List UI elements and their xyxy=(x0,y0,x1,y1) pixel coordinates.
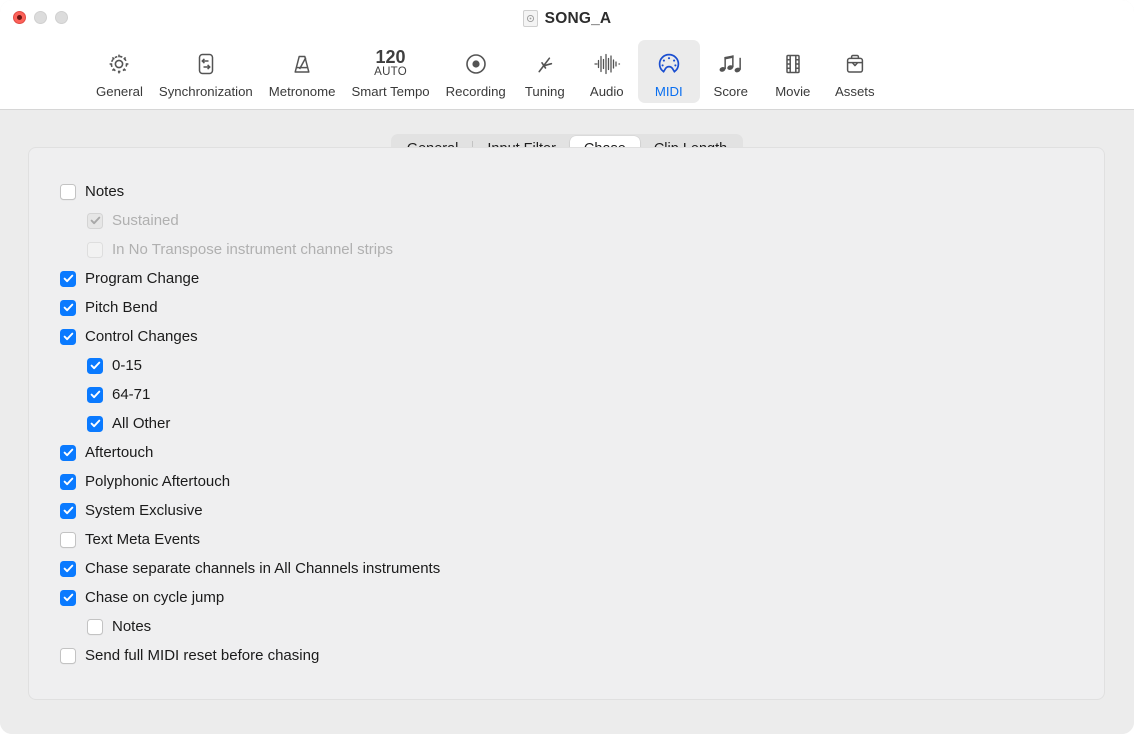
checkbox-on[interactable] xyxy=(87,386,103,403)
chase-option-row[interactable]: Sustained xyxy=(60,206,440,235)
midi-connector-icon xyxy=(655,47,683,81)
chase-option-label: Program Change xyxy=(85,270,200,287)
preferences-body: General Input Filter Chase Clip Length N… xyxy=(0,110,1134,734)
chase-option-label: All Other xyxy=(112,415,171,432)
checkbox-off[interactable] xyxy=(60,531,76,548)
toolbar-item-label: Assets xyxy=(834,84,875,99)
checkbox-off[interactable] xyxy=(87,618,103,635)
checkbox-on[interactable] xyxy=(60,589,76,606)
checkbox-on[interactable] xyxy=(87,415,103,432)
chase-option-row[interactable]: Chase separate channels in All Channels … xyxy=(60,554,440,583)
toolbar-item-score[interactable]: Score xyxy=(700,40,762,103)
tuning-fork-icon xyxy=(531,47,559,81)
toolbar-item-metronome[interactable]: Metronome xyxy=(261,40,344,103)
checkbox-on[interactable] xyxy=(60,502,76,519)
document-icon xyxy=(522,10,538,27)
toolbar-item-list: General Synchronization Metronome 120 AU… xyxy=(88,40,886,103)
title-bar: SONG_A xyxy=(0,0,1134,37)
chase-option-label: Polyphonic Aftertouch xyxy=(85,473,231,490)
chase-option-label: Aftertouch xyxy=(85,444,154,461)
sync-arrows-icon xyxy=(192,47,220,81)
chase-option-label: Chase on cycle jump xyxy=(85,589,225,606)
chase-option-row[interactable]: Polyphonic Aftertouch xyxy=(60,467,440,496)
chase-option-row[interactable]: Program Change xyxy=(60,264,440,293)
chase-option-label: Sustained xyxy=(112,212,179,229)
chase-option-row[interactable]: Aftertouch xyxy=(60,438,440,467)
checkbox-on[interactable] xyxy=(60,444,76,461)
toolbar-item-general[interactable]: General xyxy=(88,40,151,103)
gear-icon xyxy=(105,47,133,81)
chase-option-label: Pitch Bend xyxy=(85,299,158,316)
chase-option-row[interactable]: 0-15 xyxy=(60,351,440,380)
toolbar-item-label: MIDI xyxy=(654,84,683,99)
briefcase-icon xyxy=(841,47,869,81)
chase-option-row[interactable]: Send full MIDI reset before chasing xyxy=(60,641,440,670)
checkbox-on[interactable] xyxy=(60,560,76,577)
toolbar-item-label: Metronome xyxy=(268,84,336,99)
toolbar-item-label: Recording xyxy=(445,84,506,99)
window-title-group: SONG_A xyxy=(0,0,1134,37)
checkbox-on[interactable] xyxy=(87,357,103,374)
chase-option-list: Notes Sustained In No Transpose instrument… xyxy=(60,177,440,670)
chase-option-label: Control Changes xyxy=(85,328,198,345)
chase-option-label: 64-71 xyxy=(112,386,151,403)
checkbox-disabled-on xyxy=(87,212,103,229)
preferences-toolbar: General Synchronization Metronome 120 AU… xyxy=(0,37,1134,110)
toolbar-item-recording[interactable]: Recording xyxy=(438,40,514,103)
checkbox-off[interactable] xyxy=(60,647,76,664)
chase-option-row[interactable]: Notes xyxy=(60,177,440,206)
film-strip-icon xyxy=(779,47,807,81)
tempo-120-auto-icon: 120 AUTO xyxy=(374,47,407,81)
toolbar-item-label: Tuning xyxy=(524,84,565,99)
checkbox-on[interactable] xyxy=(60,299,76,316)
chase-option-label: Notes xyxy=(112,618,152,635)
toolbar-item-smart-tempo[interactable]: 120 AUTO Smart Tempo xyxy=(343,40,437,103)
toolbar-item-audio[interactable]: Audio xyxy=(576,40,638,103)
checkbox-on[interactable] xyxy=(60,270,76,287)
toolbar-item-label: Score xyxy=(713,84,748,99)
metronome-icon xyxy=(288,47,316,81)
chase-option-row[interactable]: Text Meta Events xyxy=(60,525,440,554)
chase-option-row[interactable]: Control Changes xyxy=(60,322,440,351)
chase-option-label: In No Transpose instrument channel strip… xyxy=(112,241,393,258)
chase-option-label: Notes xyxy=(85,183,125,200)
chase-option-row[interactable]: Notes xyxy=(60,612,440,641)
chase-option-label: Send full MIDI reset before chasing xyxy=(85,647,320,664)
chase-option-label: Chase separate channels in All Channels … xyxy=(85,560,441,577)
chase-option-label: System Exclusive xyxy=(85,502,203,519)
toolbar-item-midi[interactable]: MIDI xyxy=(637,40,700,103)
chase-option-row[interactable]: Chase on cycle jump xyxy=(60,583,440,612)
chase-option-row[interactable]: All Other xyxy=(60,409,440,438)
tempo-mode: AUTO xyxy=(374,66,408,78)
checkbox-on[interactable] xyxy=(60,473,76,490)
window-title: SONG_A xyxy=(544,9,612,27)
music-notes-icon xyxy=(716,47,746,81)
toolbar-item-assets[interactable]: Assets xyxy=(824,40,886,103)
preferences-window: SONG_A General Synchronization Metronome… xyxy=(0,0,1134,734)
checkbox-off[interactable] xyxy=(60,183,76,200)
checkbox-on[interactable] xyxy=(60,328,76,345)
toolbar-item-movie[interactable]: Movie xyxy=(762,40,824,103)
chase-settings-panel: Notes Sustained In No Transpose instrument… xyxy=(28,147,1105,700)
toolbar-item-label: Movie xyxy=(775,84,811,99)
chase-option-row[interactable]: 64-71 xyxy=(60,380,440,409)
waveform-icon xyxy=(592,47,622,81)
toolbar-item-label: Smart Tempo xyxy=(351,84,430,99)
checkbox-disabled-off xyxy=(87,241,103,258)
toolbar-item-synchronization[interactable]: Synchronization xyxy=(151,40,261,103)
chase-option-row[interactable]: System Exclusive xyxy=(60,496,440,525)
toolbar-item-label: Audio xyxy=(589,84,624,99)
tempo-value: 120 xyxy=(375,47,406,67)
record-circle-icon xyxy=(462,47,490,81)
toolbar-item-label: General xyxy=(96,84,143,99)
toolbar-item-label: Synchronization xyxy=(158,84,253,99)
chase-option-label: 0-15 xyxy=(112,357,143,374)
chase-option-label: Text Meta Events xyxy=(85,531,201,548)
toolbar-item-tuning[interactable]: Tuning xyxy=(514,40,576,103)
chase-option-row[interactable]: In No Transpose instrument channel strip… xyxy=(60,235,440,264)
chase-option-row[interactable]: Pitch Bend xyxy=(60,293,440,322)
